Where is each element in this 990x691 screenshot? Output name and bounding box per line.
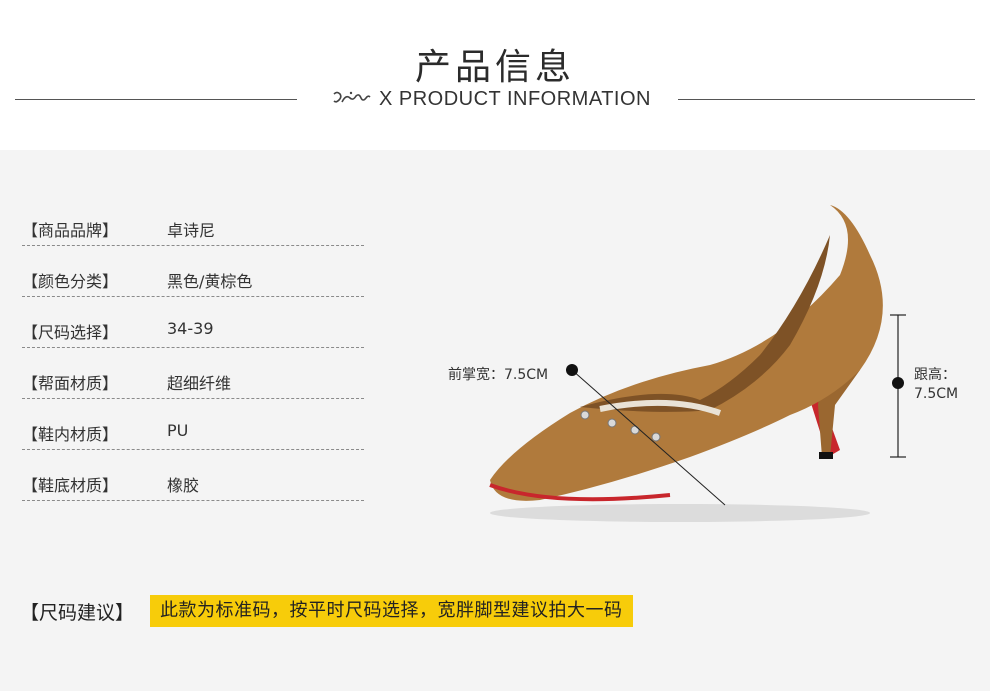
forefoot-width-annotation: 前掌宽：7.5CM	[448, 367, 549, 383]
spec-value: 橡胶	[167, 476, 200, 495]
spec-row-brand: 【商品品牌】 卓诗尼	[22, 205, 364, 246]
spec-label: 【尺码选择】	[22, 323, 119, 342]
shoe-shadow	[490, 504, 870, 522]
spec-row-lining-material: 【鞋内材质】 PU	[22, 409, 364, 450]
spec-row-sole-material: 【鞋底材质】 橡胶	[22, 460, 364, 501]
stud-1	[580, 410, 590, 420]
heel-height-value: 7.5CM	[914, 386, 959, 402]
brand-logo-mark	[333, 91, 371, 103]
spec-label: 【鞋底材质】	[22, 476, 119, 495]
title-rule-right	[678, 99, 975, 100]
subtitle-line: X PRODUCT INFORMATION	[305, 88, 677, 111]
heel-tip	[819, 452, 833, 459]
stud-2	[607, 418, 617, 428]
stud-3	[630, 425, 640, 435]
spec-value: 34-39	[167, 319, 214, 338]
heel-measure-dot	[892, 377, 904, 389]
header: 产品信息 X PRODUCT INFORMATION	[0, 0, 990, 150]
heel-height-label: 跟高：	[914, 367, 956, 383]
subtitle-text: PRODUCT INFORMATION	[398, 88, 651, 110]
spec-value: 卓诗尼	[167, 221, 216, 240]
title-rule-left	[15, 99, 297, 100]
spec-label: 【帮面材质】	[22, 374, 119, 393]
spec-value: PU	[167, 421, 189, 440]
spec-value: 黑色/黄棕色	[167, 272, 253, 291]
page-title: 产品信息	[414, 47, 575, 88]
spec-value: 超细纤维	[167, 374, 232, 393]
spec-row-color: 【颜色分类】 黑色/黄棕色	[22, 256, 364, 297]
stud-4	[651, 432, 661, 442]
spec-row-upper-material: 【帮面材质】 超细纤维	[22, 358, 364, 399]
spec-label: 【商品品牌】	[22, 221, 119, 240]
spec-label: 【鞋内材质】	[22, 425, 119, 444]
size-advice-text: 此款为标准码，按平时尺码选择，宽胖脚型建议拍大一码	[150, 595, 633, 627]
brand-logo	[331, 90, 373, 110]
subtitle-separator: X	[379, 88, 393, 110]
spec-row-size: 【尺码选择】 34-39	[22, 307, 364, 348]
size-advice: 【尺码建议】 此款为标准码，按平时尺码选择，宽胖脚型建议拍大一码	[20, 595, 633, 627]
spec-label: 【颜色分类】	[22, 272, 119, 291]
size-advice-label: 【尺码建议】	[20, 601, 135, 624]
forefoot-measure-dot	[566, 364, 578, 376]
